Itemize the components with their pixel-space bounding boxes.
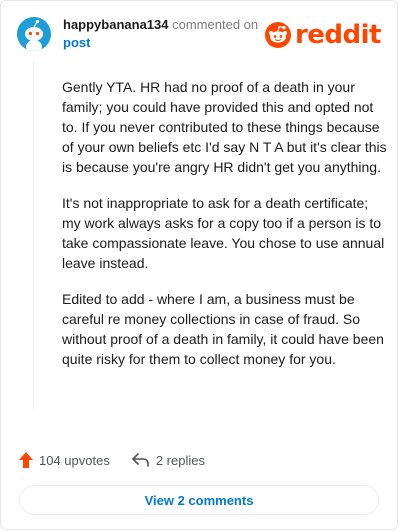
upvote-arrow-icon	[19, 452, 33, 468]
username-link[interactable]: happybanana134	[63, 17, 169, 32]
comment-card: happybanana134 commented on post reddit …	[0, 0, 398, 530]
replies-button[interactable]: 2 replies	[132, 453, 205, 468]
upvote-button[interactable]: 104 upvotes	[19, 452, 110, 468]
snoo-avatar-icon[interactable]	[17, 17, 51, 51]
commented-on-text: commented on	[172, 17, 259, 32]
thread-line[interactable]	[33, 61, 34, 409]
reply-arrow-icon	[132, 453, 149, 467]
replies-count: 2 replies	[155, 452, 205, 468]
reddit-logo[interactable]: reddit	[264, 20, 382, 50]
comment-paragraph: It's not inappropriate to ask for a deat…	[62, 195, 385, 271]
comment-body: Gently YTA. HR had no proof of a death i…	[62, 77, 387, 385]
post-link[interactable]: post	[63, 35, 90, 51]
comment-header: happybanana134 commented on post reddit	[17, 15, 382, 55]
upvote-count: 104 upvotes	[39, 452, 110, 468]
comment-paragraph: Gently YTA. HR had no proof of a death i…	[62, 79, 387, 175]
view-comments-button[interactable]: View 2 comments	[19, 485, 379, 515]
reddit-logo-icon	[264, 22, 291, 48]
comment-meta: happybanana134 commented on	[63, 17, 258, 33]
reddit-wordmark: reddit	[294, 20, 382, 50]
comment-actions: 104 upvotes 2 replies	[19, 450, 379, 470]
comment-paragraph: Edited to add - where I am, a business m…	[62, 291, 384, 367]
